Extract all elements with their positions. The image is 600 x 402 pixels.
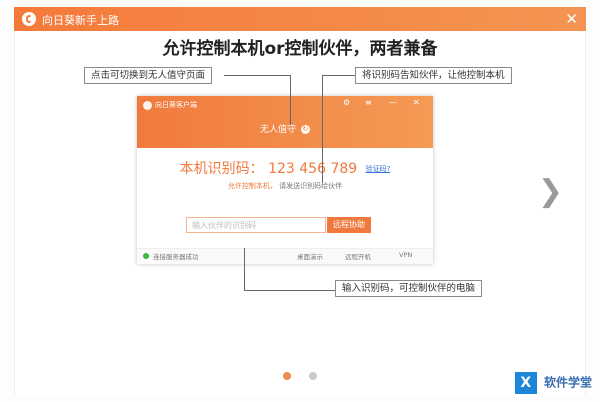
connection-status: 连接服务器成功 (153, 253, 199, 261)
window-titlebar: 向日葵新手上路 ✕ (14, 7, 586, 31)
window-title: 向日葵新手上路 (42, 14, 119, 27)
id-label: 本机识别码： (179, 161, 264, 177)
watermark-text: 软件学堂 (543, 375, 592, 390)
sunlogin-logo-icon (22, 12, 36, 26)
client-preview: 向日葵客户端 ⚙ ≡ — ✕ 无人值守 ↻ 本机识别码： 123 456 789… (137, 96, 433, 264)
menu-icon: ≡ (365, 98, 372, 107)
leader-line-input-v (244, 248, 245, 291)
id-value: 123 456 789 (268, 161, 358, 177)
partner-id-input[interactable]: 输入伙伴的识别码 (186, 217, 326, 233)
verify-link[interactable]: 验证码? (366, 165, 391, 173)
minimize-icon: — (389, 98, 397, 107)
tab-unattended-label: 无人值守 (260, 125, 297, 135)
tab-unattended[interactable]: 无人值守 ↻ (137, 122, 433, 135)
callout-switch: 点击可切换到无人值守页面 (84, 67, 213, 84)
id-row: 本机识别码： 123 456 789 验证码? (137, 158, 433, 178)
watermark-logo-icon: X (514, 372, 537, 394)
pager (0, 365, 600, 384)
gear-icon: ⚙ (343, 98, 351, 107)
status-dot-icon (143, 253, 149, 259)
client-logo-icon (143, 101, 152, 110)
footer-desktop-demo[interactable]: 桌面演示 (297, 251, 323, 261)
watermark: X 软件学堂 (514, 372, 592, 394)
callout-tell: 将识别码告知伙伴，让他控制本机 (355, 67, 512, 84)
pager-dot-2[interactable] (308, 372, 317, 380)
leader-line-switch-v (290, 75, 291, 125)
client-header: 向日葵客户端 ⚙ ≡ — ✕ 无人值守 ↻ (137, 96, 433, 148)
hint-rest: 请发送识别码给伙伴 (279, 182, 343, 190)
hint-prefix: 允许控制本机， (227, 182, 277, 190)
leader-line-tell-v (322, 75, 323, 183)
leader-line-input-h (244, 290, 335, 291)
page-title: 允许控制本机or控制伙伴，两者兼备 (162, 39, 438, 59)
leader-line-switch-h (224, 75, 291, 76)
client-close-icon: ✕ (413, 98, 420, 107)
id-hint: 允许控制本机， 请发送识别码给伙伴 (137, 181, 433, 191)
remote-assist-button[interactable]: 远程协助 (327, 217, 371, 233)
switch-badge-icon: ↻ (300, 125, 310, 134)
footer-remote-boot[interactable]: 远程开机 (345, 251, 371, 261)
client-footer: 连接服务器成功 桌面演示 远程开机 VPN (137, 248, 433, 264)
close-button[interactable]: ✕ (565, 9, 578, 29)
pager-dot-1[interactable] (283, 372, 292, 380)
callout-input: 输入识别码，可控制伙伴的电脑 (335, 280, 483, 297)
client-title: 向日葵客户端 (155, 101, 197, 109)
footer-vpn[interactable]: VPN (399, 251, 412, 259)
chevron-right-icon[interactable]: ❯ (538, 174, 563, 209)
leader-line-tell-h (322, 75, 355, 76)
